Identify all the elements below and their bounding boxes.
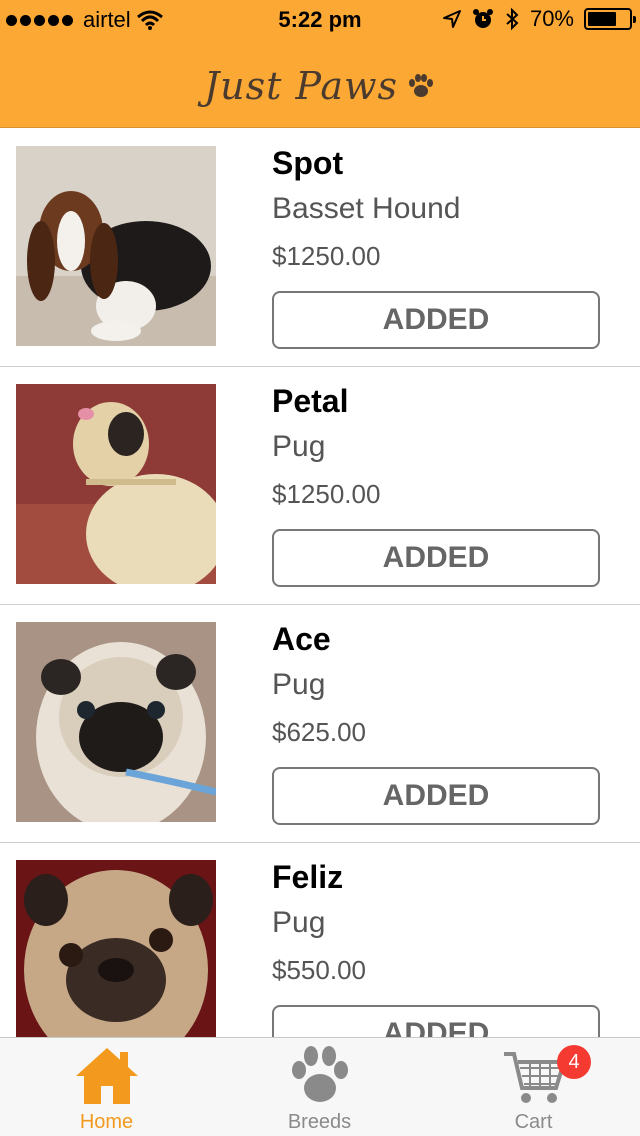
puppy-photo[interactable]: [16, 860, 216, 1037]
app-header: airtel 5:22 pm 70% Just Paws: [0, 0, 640, 128]
tab-breeds-label: Breeds: [287, 1111, 352, 1133]
tab-bar: Home Breeds Cart: [0, 1037, 640, 1136]
puppy-price: $625.00: [272, 717, 366, 747]
puppy-breed: Basset Hound: [272, 192, 461, 225]
battery-icon: [584, 8, 636, 30]
added-button[interactable]: ADDED: [272, 1005, 600, 1037]
puppy-photo[interactable]: [16, 146, 216, 346]
list-item[interactable]: Feliz Pug $550.00 ADDED: [0, 843, 640, 1037]
puppy-price: $1250.00: [272, 241, 381, 271]
puppy-name: Feliz: [272, 859, 344, 895]
list-item[interactable]: Petal Pug $1250.00 ADDED: [0, 367, 640, 605]
cart-count-badge: 4: [557, 1045, 591, 1079]
puppy-photo[interactable]: [16, 622, 216, 822]
puppy-photo[interactable]: [16, 384, 216, 584]
status-bar: airtel 5:22 pm 70%: [0, 0, 640, 40]
puppy-breed: Pug: [272, 906, 326, 939]
paw-logo-icon: [409, 74, 434, 97]
list-item[interactable]: Ace Pug $625.00 ADDED: [0, 605, 640, 843]
tab-breeds[interactable]: Breeds: [213, 1038, 426, 1136]
tab-cart[interactable]: Cart: [427, 1038, 640, 1136]
puppy-price: $550.00: [272, 955, 366, 985]
added-button[interactable]: ADDED: [272, 291, 600, 349]
puppy-breed: Pug: [272, 430, 326, 463]
puppy-list[interactable]: Spot Basset Hound $1250.00 ADDED Petal P…: [0, 129, 640, 1037]
battery-percent: 70%: [529, 6, 574, 31]
tab-home[interactable]: Home: [0, 1038, 213, 1136]
puppy-price: $1250.00: [272, 479, 381, 509]
location-arrow-icon: [442, 10, 461, 28]
home-icon: [75, 1048, 138, 1104]
brand-logo: Just Paws: [0, 56, 640, 116]
tab-home-label: Home: [79, 1111, 134, 1133]
added-button[interactable]: ADDED: [272, 529, 600, 587]
puppy-name: Petal: [272, 383, 349, 419]
puppy-breed: Pug: [272, 668, 326, 701]
tab-cart-label: Cart: [514, 1111, 553, 1133]
brand-title: Just Paws: [203, 64, 399, 108]
alarm-icon: [472, 9, 493, 28]
cart-icon: [503, 1052, 566, 1103]
added-button[interactable]: ADDED: [272, 767, 600, 825]
puppy-name: Spot: [272, 145, 344, 181]
bluetooth-icon: [506, 7, 519, 31]
paw-icon: [291, 1046, 348, 1102]
list-item[interactable]: Spot Basset Hound $1250.00 ADDED: [0, 129, 640, 367]
puppy-name: Ace: [272, 621, 331, 657]
